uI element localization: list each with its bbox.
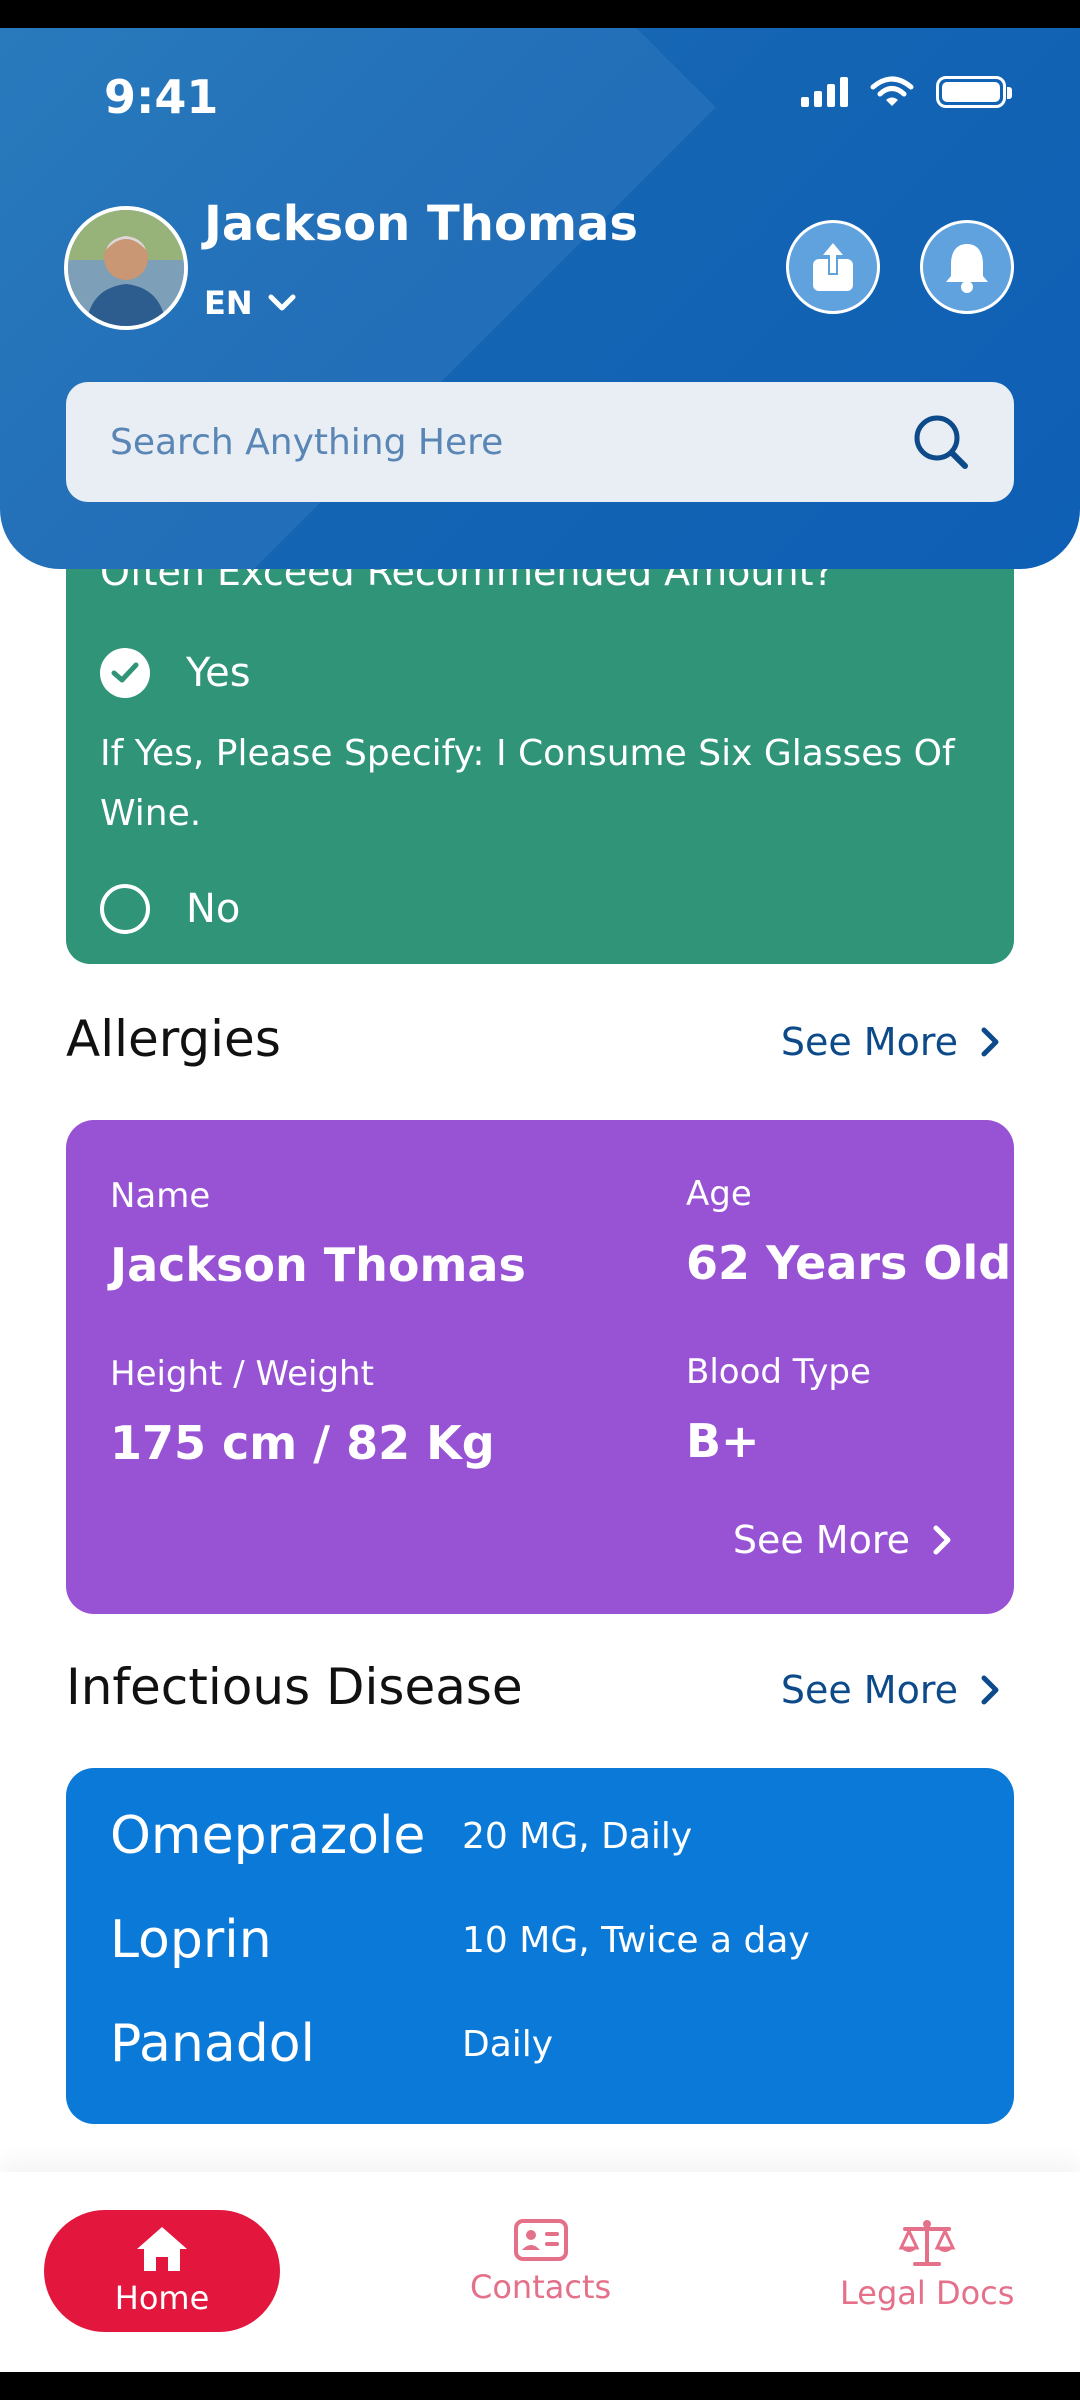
blood-type-value: B+ xyxy=(686,1414,760,1468)
chevron-right-icon xyxy=(933,1525,951,1555)
option-no-label: No xyxy=(186,886,241,932)
nav-legal-docs[interactable]: Legal Docs xyxy=(840,2218,1014,2312)
blood-type-label: Blood Type xyxy=(686,1352,871,1392)
option-yes[interactable]: Yes xyxy=(100,648,251,698)
profile-see-more-link[interactable]: See More xyxy=(733,1518,952,1562)
name-value: Jackson Thomas xyxy=(110,1238,526,1292)
option-yes-label: Yes xyxy=(186,650,251,696)
medication-row: Panadol Daily xyxy=(110,2014,553,2074)
radio-checked-icon[interactable] xyxy=(100,648,150,698)
medication-name: Panadol xyxy=(110,2014,315,2074)
language-selector[interactable]: EN xyxy=(204,284,297,322)
age-label: Age xyxy=(686,1174,752,1214)
avatar[interactable] xyxy=(64,206,188,330)
share-button[interactable] xyxy=(786,220,880,314)
medication-row: Omeprazole 20 MG, Daily xyxy=(110,1806,692,1866)
infectious-see-more-link[interactable]: See More xyxy=(781,1668,1000,1712)
height-weight-label: Height / Weight xyxy=(110,1354,374,1394)
wifi-icon xyxy=(870,76,914,106)
share-icon xyxy=(813,243,853,291)
medication-dose: Daily xyxy=(462,2023,554,2065)
nav-home-label: Home xyxy=(114,2279,210,2317)
search-icon[interactable] xyxy=(912,413,970,471)
infectious-disease-title: Infectious Disease xyxy=(66,1658,523,1716)
medication-row: Loprin 10 MG, Twice a day xyxy=(110,1910,810,1970)
name-label: Name xyxy=(110,1176,211,1216)
bell-icon xyxy=(946,244,988,293)
medications-card[interactable]: Omeprazole 20 MG, Daily Loprin 10 MG, Tw… xyxy=(66,1768,1014,2124)
profile-summary-card[interactable]: Name Jackson Thomas Age 62 Years Old Hei… xyxy=(66,1120,1014,1614)
app-header: 9:41 Jackson Thomas EN Search Anything H… xyxy=(0,28,1080,569)
height-weight-value: 175 cm / 82 Kg xyxy=(110,1416,495,1470)
see-more-label: See More xyxy=(780,1668,958,1712)
chevron-down-icon xyxy=(268,294,296,311)
battery-icon xyxy=(936,76,1012,108)
option-no[interactable]: No xyxy=(100,884,240,934)
see-more-label: See More xyxy=(732,1518,910,1562)
see-more-label: See More xyxy=(780,1020,958,1064)
allergies-see-more-link[interactable]: See More xyxy=(781,1020,1000,1064)
specify-text: If Yes, Please Specify: I Consume Six Gl… xyxy=(100,733,955,834)
bottom-navigation: Home Contacts Legal Docs xyxy=(0,2172,1080,2372)
allergies-title: Allergies xyxy=(66,1010,281,1068)
app-screen: Often Exceed Recommended Amount? Yes If … xyxy=(0,28,1080,2372)
radio-unchecked-icon[interactable] xyxy=(100,884,150,934)
chevron-right-icon xyxy=(981,1675,999,1705)
scales-icon xyxy=(898,2220,956,2266)
age-value: 62 Years Old xyxy=(686,1236,1012,1290)
status-icons xyxy=(801,76,1012,108)
contact-card-icon xyxy=(513,2219,568,2261)
cellular-signal-icon xyxy=(801,77,848,107)
nav-contacts-label: Contacts xyxy=(470,2268,612,2306)
medication-dose: 10 MG, Twice a day xyxy=(462,1919,810,1961)
notifications-button[interactable] xyxy=(920,220,1014,314)
chevron-right-icon xyxy=(981,1027,999,1057)
home-icon xyxy=(137,2227,187,2271)
medication-dose: 20 MG, Daily xyxy=(462,1815,693,1857)
user-name: Jackson Thomas xyxy=(204,196,638,252)
nav-legal-docs-label: Legal Docs xyxy=(840,2274,1015,2312)
language-label: EN xyxy=(204,284,253,322)
search-bar[interactable]: Search Anything Here xyxy=(66,382,1014,502)
medication-name: Loprin xyxy=(110,1910,272,1970)
nav-home[interactable]: Home xyxy=(44,2210,280,2332)
status-time: 9:41 xyxy=(104,70,219,124)
medication-name: Omeprazole xyxy=(110,1806,426,1866)
nav-contacts[interactable]: Contacts xyxy=(470,2218,611,2306)
search-input[interactable]: Search Anything Here xyxy=(110,422,912,463)
